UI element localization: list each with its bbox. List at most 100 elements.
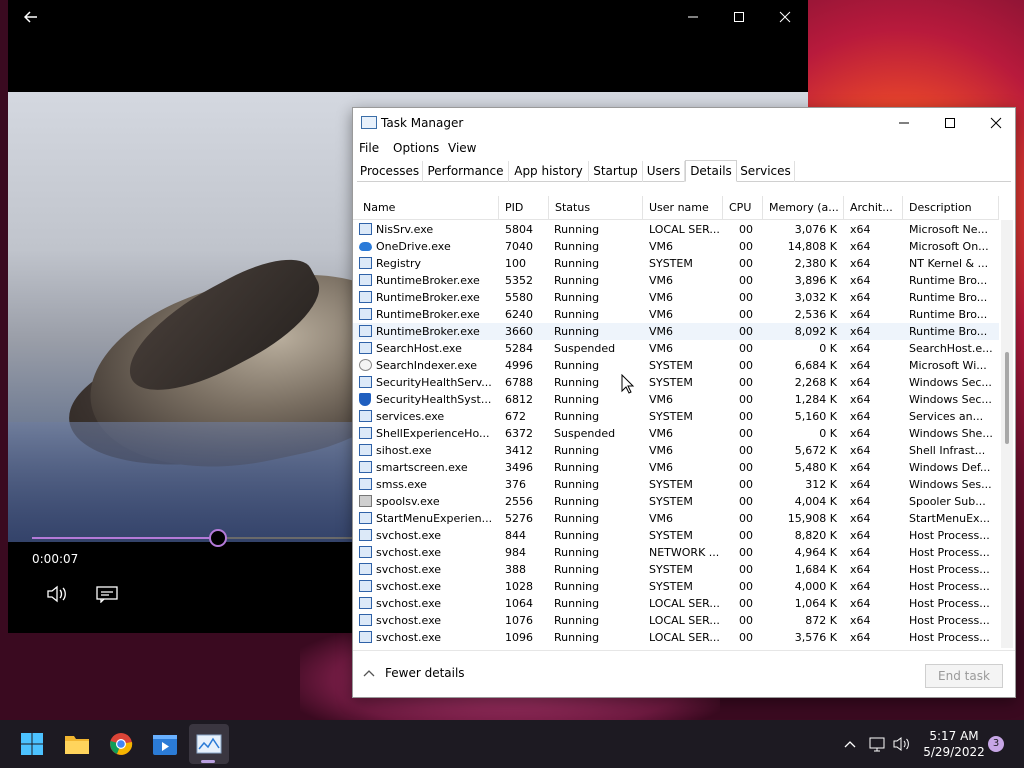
tab-app-history[interactable]: App history bbox=[509, 161, 589, 182]
process-name: ShellExperienceHo... bbox=[376, 427, 490, 440]
player-close-button[interactable] bbox=[762, 0, 808, 34]
process-user: SYSTEM bbox=[649, 529, 693, 542]
table-row[interactable]: smartscreen.exe 3496 Running VM6 00 5,480 K x6… bbox=[353, 459, 999, 476]
tab-processes[interactable]: Processes bbox=[357, 161, 423, 182]
process-app-icon bbox=[359, 427, 372, 439]
column-memory[interactable]: Memory (a... bbox=[763, 196, 844, 220]
table-header: ^ Name PID Status User name CPU Memory (… bbox=[353, 196, 999, 220]
table-row[interactable]: SearchIndexer.exe 4996 Running SYSTEM 00 6,68… bbox=[353, 357, 999, 374]
table-row[interactable]: RuntimeBroker.exe 3660 Running VM6 00 8,092 K… bbox=[353, 323, 999, 340]
tab-details[interactable]: Details bbox=[685, 160, 737, 182]
scrollbar-thumb[interactable] bbox=[1005, 352, 1009, 444]
table-row[interactable]: ShellExperienceHo... 6372 Suspended VM6 00 0 … bbox=[353, 425, 999, 442]
table-row[interactable]: spoolsv.exe 2556 Running SYSTEM 00 4,004 K x64… bbox=[353, 493, 999, 510]
menu-options[interactable]: Options bbox=[393, 141, 439, 155]
fewer-details-button[interactable]: Fewer details bbox=[363, 666, 465, 680]
clock[interactable]: 5:17 AM 5/29/2022 bbox=[916, 728, 992, 760]
table-row[interactable]: sihost.exe 3412 Running VM6 00 5,672 K x64 Shel… bbox=[353, 442, 999, 459]
process-description: Runtime Bro... bbox=[909, 291, 988, 304]
process-memory: 3,896 K bbox=[794, 274, 837, 287]
process-description: Runtime Bro... bbox=[909, 274, 988, 287]
tab-users[interactable]: Users bbox=[643, 161, 685, 182]
process-architecture: x64 bbox=[850, 359, 871, 372]
process-status: Running bbox=[554, 274, 600, 287]
minimize-button[interactable] bbox=[881, 108, 927, 138]
seek-bar[interactable] bbox=[32, 529, 352, 547]
table-row[interactable]: smss.exe 376 Running SYSTEM 00 312 K x64 Window… bbox=[353, 476, 999, 493]
table-row[interactable]: svchost.exe 388 Running SYSTEM 00 1,684 K x64 H… bbox=[353, 561, 999, 578]
table-row[interactable]: svchost.exe 1064 Running LOCAL SER... 00 1,06… bbox=[353, 595, 999, 612]
table-row[interactable]: NisSrv.exe 5804 Running LOCAL SER... 00 3,076… bbox=[353, 221, 999, 238]
table-row[interactable]: svchost.exe 1028 Running SYSTEM 00 4,000 K x64… bbox=[353, 578, 999, 595]
table-row[interactable]: RuntimeBroker.exe 5580 Running VM6 00 3,032 K… bbox=[353, 289, 999, 306]
network-button[interactable] bbox=[866, 732, 890, 756]
tab-performance[interactable]: Performance bbox=[423, 161, 509, 182]
process-status: Running bbox=[554, 257, 600, 270]
table-row[interactable]: Registry 100 Running SYSTEM 00 2,380 K x64 NT K… bbox=[353, 255, 999, 272]
process-cpu: 00 bbox=[739, 325, 753, 338]
volume-button[interactable] bbox=[40, 580, 74, 608]
table-row[interactable]: svchost.exe 1076 Running LOCAL SER... 00 872 … bbox=[353, 612, 999, 629]
chrome-icon bbox=[110, 733, 133, 755]
notification-badge[interactable]: 3 bbox=[988, 736, 1004, 752]
process-user: SYSTEM bbox=[649, 257, 693, 270]
process-description: Microsoft Wi... bbox=[909, 359, 987, 372]
process-status: Running bbox=[554, 393, 600, 406]
captions-button[interactable] bbox=[90, 580, 124, 608]
tab-services[interactable]: Services bbox=[737, 161, 795, 182]
column-architecture[interactable]: Archit... bbox=[844, 196, 903, 220]
menu-file[interactable]: File bbox=[359, 141, 379, 155]
column-description[interactable]: Description bbox=[903, 196, 999, 220]
taskbar-file-explorer[interactable] bbox=[57, 724, 97, 764]
taskbar-task-manager[interactable] bbox=[189, 724, 229, 764]
table-row[interactable]: svchost.exe 1096 Running LOCAL SER... 00 3,57… bbox=[353, 629, 999, 646]
column-status[interactable]: Status bbox=[549, 196, 643, 220]
column-cpu[interactable]: CPU bbox=[723, 196, 763, 220]
vertical-scrollbar[interactable] bbox=[1001, 220, 1013, 648]
volume-tray-button[interactable] bbox=[890, 732, 914, 756]
table-row[interactable]: RuntimeBroker.exe 5352 Running VM6 00 3,896 K… bbox=[353, 272, 999, 289]
process-app-icon bbox=[359, 325, 372, 337]
process-architecture: x64 bbox=[850, 393, 871, 406]
table-row[interactable]: SecurityHealthServ... 6788 Running SYSTEM 00… bbox=[353, 374, 999, 391]
start-button[interactable] bbox=[12, 724, 52, 764]
end-task-button[interactable]: End task bbox=[925, 664, 1003, 688]
table-row[interactable]: StartMenuExperien... 5276 Running VM6 00 15,9… bbox=[353, 510, 999, 527]
minimize-icon bbox=[899, 122, 909, 124]
process-description: Services an... bbox=[909, 410, 984, 423]
close-button[interactable] bbox=[973, 108, 1019, 138]
process-memory: 4,000 K bbox=[794, 580, 837, 593]
process-architecture: x64 bbox=[850, 444, 871, 457]
active-app-indicator bbox=[201, 760, 215, 763]
table-row[interactable]: svchost.exe 844 Running SYSTEM 00 8,820 K x64 H… bbox=[353, 527, 999, 544]
taskbar-chrome[interactable] bbox=[101, 724, 141, 764]
table-row[interactable]: svchost.exe 984 Running NETWORK ... 00 4,964 … bbox=[353, 544, 999, 561]
table-row[interactable]: OneDrive.exe 7040 Running VM6 00 14,808 K x64 M… bbox=[353, 238, 999, 255]
process-name: smartscreen.exe bbox=[376, 461, 468, 474]
column-name[interactable]: Name bbox=[353, 196, 499, 220]
table-row[interactable]: SearchHost.exe 5284 Suspended VM6 00 0 K x64 Se… bbox=[353, 340, 999, 357]
process-memory: 1,064 K bbox=[794, 597, 837, 610]
table-row[interactable]: SecurityHealthSyst... 6812 Running VM6 00 1,2… bbox=[353, 391, 999, 408]
maximize-button[interactable] bbox=[927, 108, 973, 138]
back-button[interactable] bbox=[8, 0, 54, 34]
process-printer-icon bbox=[359, 495, 372, 507]
menu-view[interactable]: View bbox=[448, 141, 476, 155]
player-titlebar bbox=[8, 0, 808, 34]
table-row[interactable]: RuntimeBroker.exe 6240 Running VM6 00 2,536 K… bbox=[353, 306, 999, 323]
column-pid[interactable]: PID bbox=[499, 196, 549, 220]
player-minimize-button[interactable] bbox=[670, 0, 716, 34]
mouse-cursor-icon bbox=[621, 374, 635, 394]
table-row[interactable]: services.exe 672 Running SYSTEM 00 5,160 K x64… bbox=[353, 408, 999, 425]
process-cpu: 00 bbox=[739, 342, 753, 355]
tab-startup[interactable]: Startup bbox=[589, 161, 643, 182]
process-pid: 1096 bbox=[505, 631, 533, 644]
process-memory: 5,480 K bbox=[794, 461, 837, 474]
task-manager-titlebar[interactable]: Task Manager bbox=[353, 108, 1015, 138]
seek-bar-thumb[interactable] bbox=[208, 529, 227, 547]
show-hidden-icons-button[interactable] bbox=[838, 732, 862, 756]
taskbar-media-player[interactable] bbox=[145, 724, 185, 764]
column-user-name[interactable]: User name bbox=[643, 196, 723, 220]
process-name: svchost.exe bbox=[376, 614, 442, 627]
player-maximize-button[interactable] bbox=[716, 0, 762, 34]
